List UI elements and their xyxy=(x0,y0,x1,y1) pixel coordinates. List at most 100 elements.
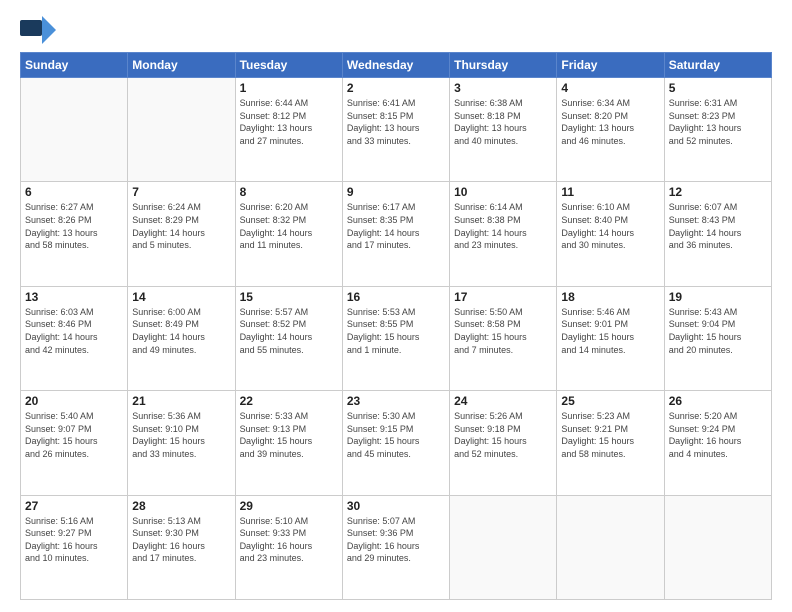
week-row-2: 13 Sunrise: 6:03 AM Sunset: 8:46 PM Dayli… xyxy=(21,286,772,390)
calendar-cell: 7 Sunrise: 6:24 AM Sunset: 8:29 PM Daylig… xyxy=(128,182,235,286)
day-number: 25 xyxy=(561,394,659,408)
calendar-cell xyxy=(664,495,771,599)
calendar-cell: 17Sunrise: 5:50 AM Sunset: 8:58 PM Dayli… xyxy=(450,286,557,390)
calendar-cell: 1 Sunrise: 6:44 AM Sunset: 8:12 PM Daylig… xyxy=(235,78,342,182)
calendar-cell: 3 Sunrise: 6:38 AM Sunset: 8:18 PM Daylig… xyxy=(450,78,557,182)
day-number: 21 xyxy=(132,394,230,408)
day-info: Sunrise: 5:10 AM Sunset: 9:33 PM Dayligh… xyxy=(240,515,338,565)
day-info: Sunrise: 5:23 AM Sunset: 9:21 PM Dayligh… xyxy=(561,410,659,460)
day-info: Sunrise: 5:07 AM Sunset: 9:36 PM Dayligh… xyxy=(347,515,445,565)
weekday-header-saturday: Saturday xyxy=(664,53,771,78)
calendar-cell: 16 Sunrise: 5:53 AM Sunset: 8:55 PM Dayli… xyxy=(342,286,449,390)
day-info: Sunrise: 5:50 AM Sunset: 8:58 PM Dayligh… xyxy=(454,306,552,356)
calendar-cell: 5 Sunrise: 6:31 AM Sunset: 8:23 PM Daylig… xyxy=(664,78,771,182)
day-info: Sunrise: 5:26 AM Sunset: 9:18 PM Dayligh… xyxy=(454,410,552,460)
calendar-cell: 8 Sunrise: 6:20 AM Sunset: 8:32 PM Daylig… xyxy=(235,182,342,286)
day-number: 5 xyxy=(669,81,767,95)
calendar-cell xyxy=(128,78,235,182)
calendar-cell xyxy=(21,78,128,182)
day-info: Sunrise: 6:17 AM Sunset: 8:35 PM Dayligh… xyxy=(347,201,445,251)
day-info: Sunrise: 6:07 AM Sunset: 8:43 PM Dayligh… xyxy=(669,201,767,251)
day-info: Sunrise: 6:03 AM Sunset: 8:46 PM Dayligh… xyxy=(25,306,123,356)
day-number: 12 xyxy=(669,185,767,199)
day-number: 14 xyxy=(132,290,230,304)
calendar-cell: 4 Sunrise: 6:34 AM Sunset: 8:20 PM Daylig… xyxy=(557,78,664,182)
day-info: Sunrise: 6:38 AM Sunset: 8:18 PM Dayligh… xyxy=(454,97,552,147)
day-number: 3 xyxy=(454,81,552,95)
day-number: 9 xyxy=(347,185,445,199)
calendar-cell xyxy=(557,495,664,599)
day-info: Sunrise: 6:10 AM Sunset: 8:40 PM Dayligh… xyxy=(561,201,659,251)
calendar-table: SundayMondayTuesdayWednesdayThursdayFrid… xyxy=(20,52,772,600)
day-number: 11 xyxy=(561,185,659,199)
day-number: 2 xyxy=(347,81,445,95)
day-number: 10 xyxy=(454,185,552,199)
weekday-header-thursday: Thursday xyxy=(450,53,557,78)
day-number: 29 xyxy=(240,499,338,513)
weekday-header-sunday: Sunday xyxy=(21,53,128,78)
header xyxy=(20,16,772,44)
day-number: 8 xyxy=(240,185,338,199)
day-number: 30 xyxy=(347,499,445,513)
weekday-header-tuesday: Tuesday xyxy=(235,53,342,78)
logo xyxy=(20,16,60,44)
day-info: Sunrise: 6:41 AM Sunset: 8:15 PM Dayligh… xyxy=(347,97,445,147)
day-info: Sunrise: 6:27 AM Sunset: 8:26 PM Dayligh… xyxy=(25,201,123,251)
calendar-cell: 15Sunrise: 5:57 AM Sunset: 8:52 PM Dayli… xyxy=(235,286,342,390)
day-info: Sunrise: 6:44 AM Sunset: 8:12 PM Dayligh… xyxy=(240,97,338,147)
calendar-cell: 27 Sunrise: 5:16 AM Sunset: 9:27 PM Dayli… xyxy=(21,495,128,599)
calendar-cell: 29 Sunrise: 5:10 AM Sunset: 9:33 PM Dayli… xyxy=(235,495,342,599)
week-row-4: 27 Sunrise: 5:16 AM Sunset: 9:27 PM Dayli… xyxy=(21,495,772,599)
calendar-cell xyxy=(450,495,557,599)
weekday-header-row: SundayMondayTuesdayWednesdayThursdayFrid… xyxy=(21,53,772,78)
weekday-header-wednesday: Wednesday xyxy=(342,53,449,78)
calendar-cell: 18 Sunrise: 5:46 AM Sunset: 9:01 PM Dayli… xyxy=(557,286,664,390)
day-info: Sunrise: 5:13 AM Sunset: 9:30 PM Dayligh… xyxy=(132,515,230,565)
day-number: 15 xyxy=(240,290,338,304)
week-row-0: 1 Sunrise: 6:44 AM Sunset: 8:12 PM Daylig… xyxy=(21,78,772,182)
day-info: Sunrise: 6:00 AM Sunset: 8:49 PM Dayligh… xyxy=(132,306,230,356)
day-number: 28 xyxy=(132,499,230,513)
day-number: 13 xyxy=(25,290,123,304)
day-info: Sunrise: 6:24 AM Sunset: 8:29 PM Dayligh… xyxy=(132,201,230,251)
day-info: Sunrise: 5:30 AM Sunset: 9:15 PM Dayligh… xyxy=(347,410,445,460)
day-info: Sunrise: 5:33 AM Sunset: 9:13 PM Dayligh… xyxy=(240,410,338,460)
page: SundayMondayTuesdayWednesdayThursdayFrid… xyxy=(0,0,792,612)
day-number: 26 xyxy=(669,394,767,408)
calendar-cell: 28 Sunrise: 5:13 AM Sunset: 9:30 PM Dayli… xyxy=(128,495,235,599)
day-number: 7 xyxy=(132,185,230,199)
calendar-cell: 6 Sunrise: 6:27 AM Sunset: 8:26 PM Daylig… xyxy=(21,182,128,286)
day-info: Sunrise: 5:36 AM Sunset: 9:10 PM Dayligh… xyxy=(132,410,230,460)
day-number: 27 xyxy=(25,499,123,513)
day-number: 20 xyxy=(25,394,123,408)
day-number: 1 xyxy=(240,81,338,95)
day-number: 22 xyxy=(240,394,338,408)
day-number: 19 xyxy=(669,290,767,304)
day-info: Sunrise: 6:31 AM Sunset: 8:23 PM Dayligh… xyxy=(669,97,767,147)
calendar-cell: 12 Sunrise: 6:07 AM Sunset: 8:43 PM Dayli… xyxy=(664,182,771,286)
day-info: Sunrise: 5:46 AM Sunset: 9:01 PM Dayligh… xyxy=(561,306,659,356)
weekday-header-friday: Friday xyxy=(557,53,664,78)
calendar-cell: 30 Sunrise: 5:07 AM Sunset: 9:36 PM Dayli… xyxy=(342,495,449,599)
week-row-1: 6 Sunrise: 6:27 AM Sunset: 8:26 PM Daylig… xyxy=(21,182,772,286)
calendar-cell: 21 Sunrise: 5:36 AM Sunset: 9:10 PM Dayli… xyxy=(128,391,235,495)
weekday-header-monday: Monday xyxy=(128,53,235,78)
calendar-cell: 9 Sunrise: 6:17 AM Sunset: 8:35 PM Daylig… xyxy=(342,182,449,286)
calendar-cell: 10 Sunrise: 6:14 AM Sunset: 8:38 PM Dayli… xyxy=(450,182,557,286)
week-row-3: 20 Sunrise: 5:40 AM Sunset: 9:07 PM Dayli… xyxy=(21,391,772,495)
day-info: Sunrise: 5:16 AM Sunset: 9:27 PM Dayligh… xyxy=(25,515,123,565)
day-number: 18 xyxy=(561,290,659,304)
day-info: Sunrise: 5:43 AM Sunset: 9:04 PM Dayligh… xyxy=(669,306,767,356)
day-number: 16 xyxy=(347,290,445,304)
day-info: Sunrise: 5:53 AM Sunset: 8:55 PM Dayligh… xyxy=(347,306,445,356)
day-info: Sunrise: 6:14 AM Sunset: 8:38 PM Dayligh… xyxy=(454,201,552,251)
day-info: Sunrise: 6:20 AM Sunset: 8:32 PM Dayligh… xyxy=(240,201,338,251)
day-number: 6 xyxy=(25,185,123,199)
logo-icon xyxy=(20,16,56,44)
calendar-cell: 26Sunrise: 5:20 AM Sunset: 9:24 PM Dayli… xyxy=(664,391,771,495)
day-number: 23 xyxy=(347,394,445,408)
day-info: Sunrise: 6:34 AM Sunset: 8:20 PM Dayligh… xyxy=(561,97,659,147)
calendar-cell: 22 Sunrise: 5:33 AM Sunset: 9:13 PM Dayli… xyxy=(235,391,342,495)
day-info: Sunrise: 5:40 AM Sunset: 9:07 PM Dayligh… xyxy=(25,410,123,460)
day-number: 4 xyxy=(561,81,659,95)
